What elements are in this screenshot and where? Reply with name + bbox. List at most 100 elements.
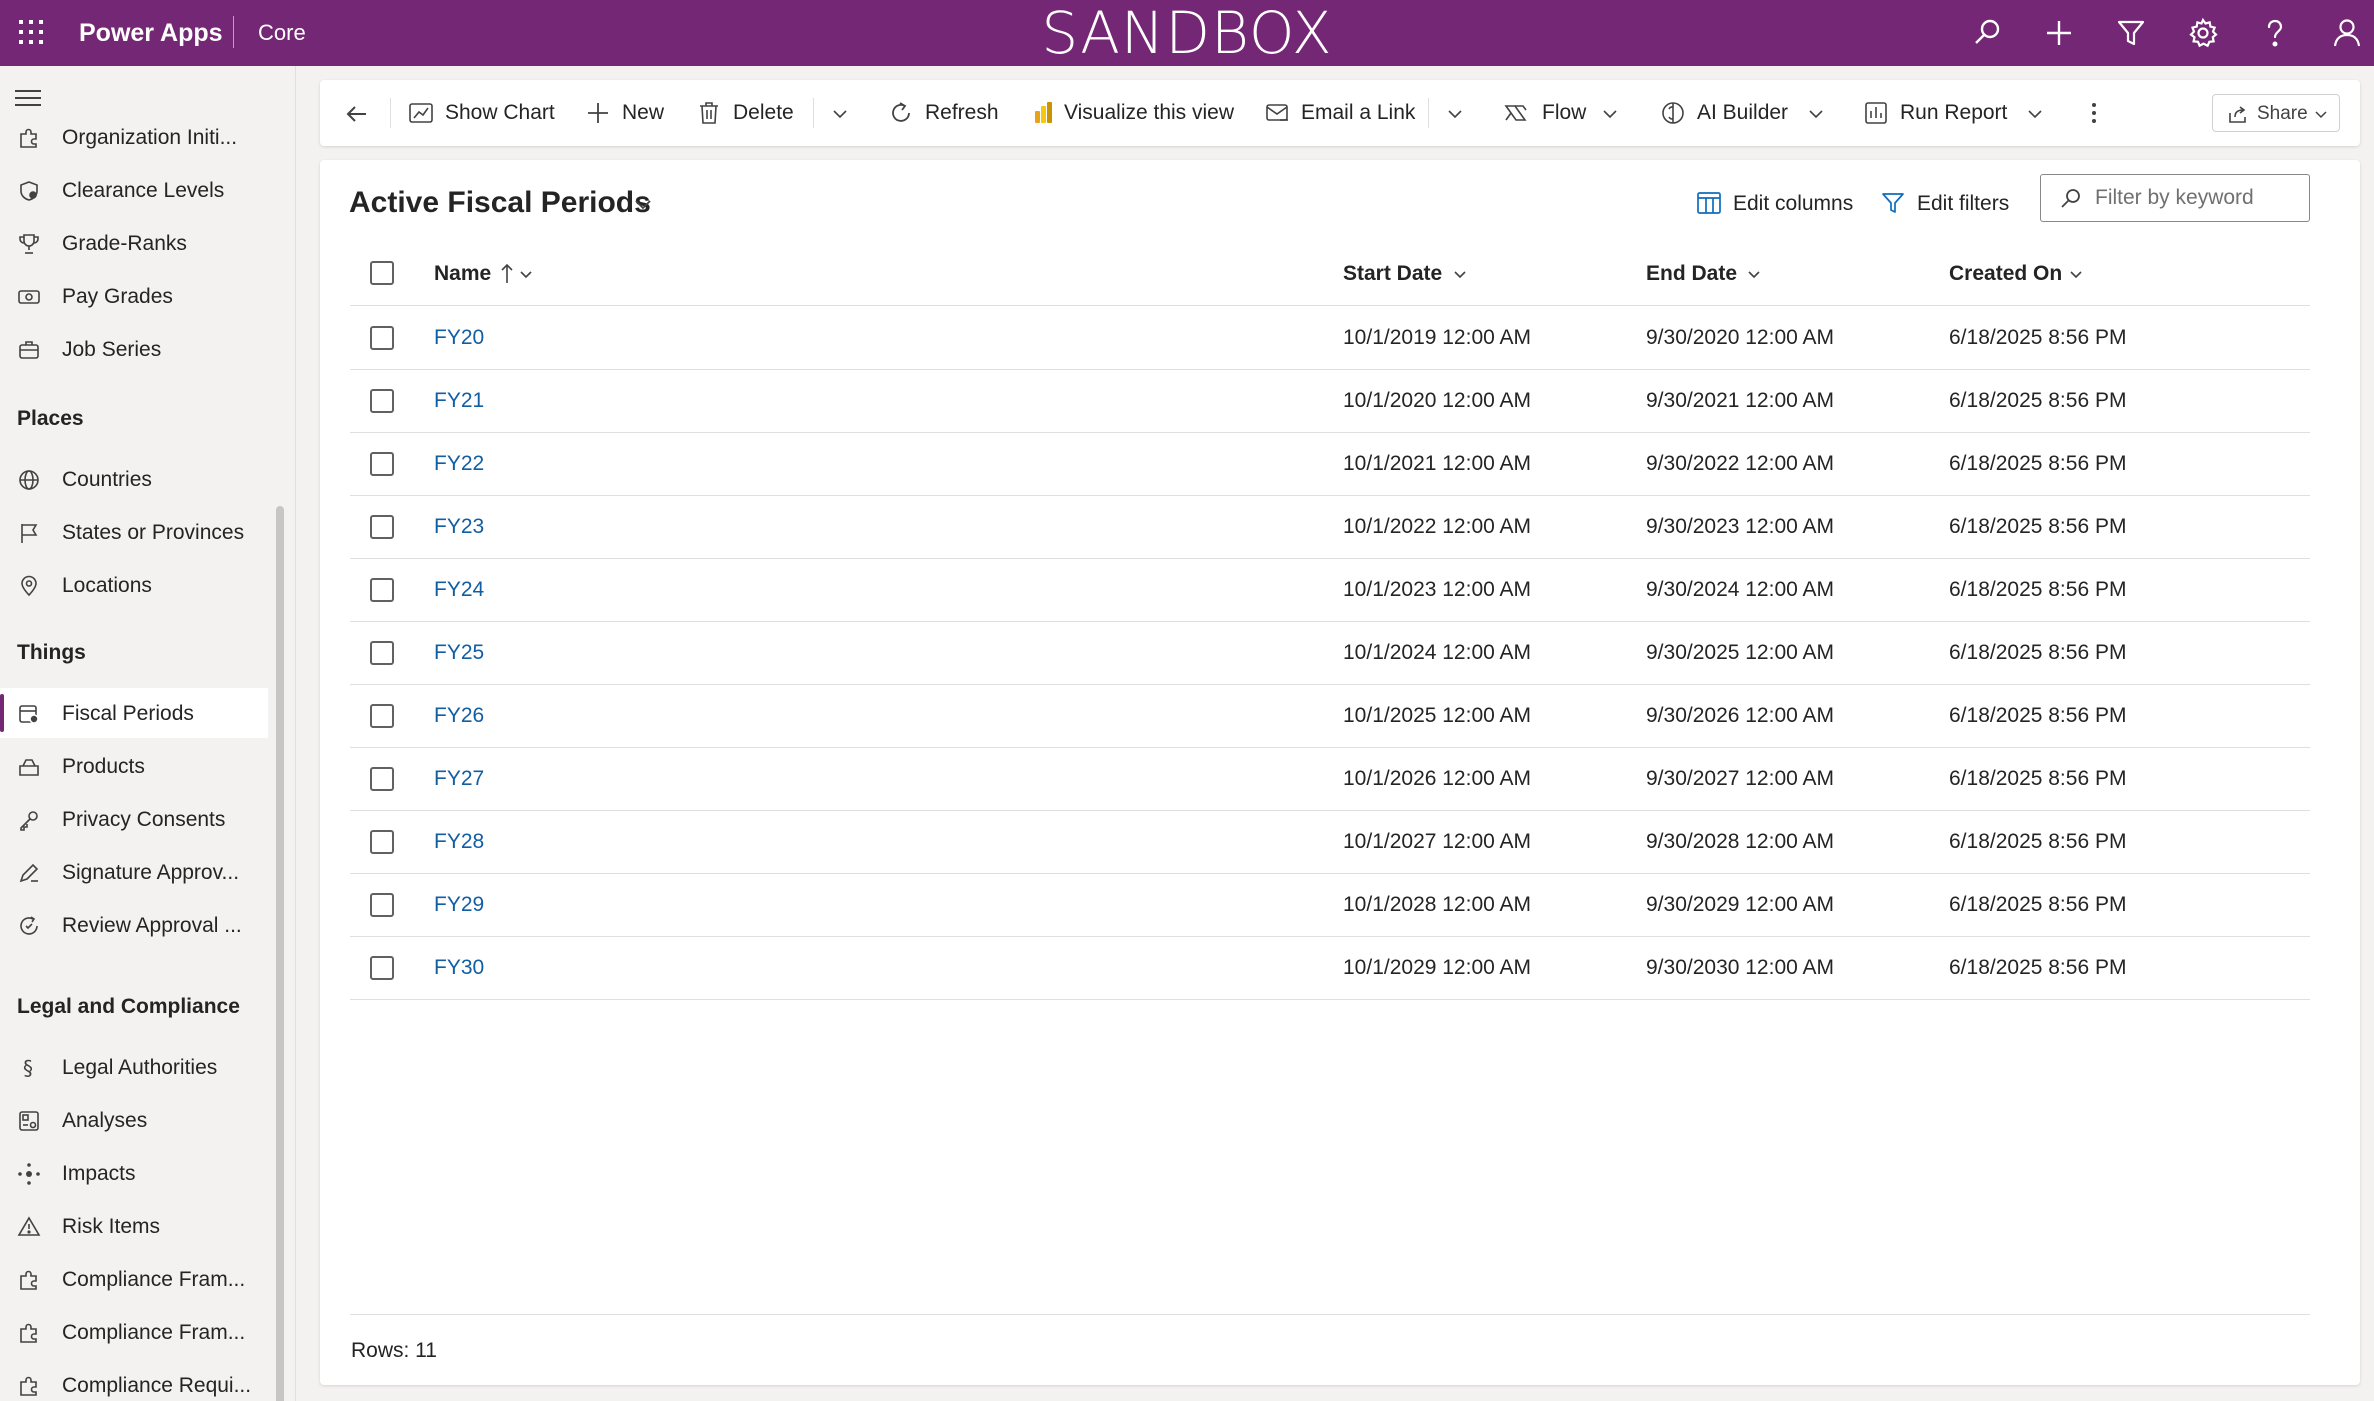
sidebar-item-risk-items[interactable]: Risk Items	[0, 1201, 268, 1251]
row-checkbox[interactable]	[370, 704, 394, 728]
row-checkbox[interactable]	[370, 515, 394, 539]
filter-by-keyword-field[interactable]	[2040, 174, 2310, 222]
table-row[interactable]: FY23 10/1/2022 12:00 AM 9/30/2023 12:00 …	[350, 496, 2310, 559]
column-header-start-date[interactable]: Start Date	[1343, 261, 1442, 287]
environment-name[interactable]: Core	[258, 19, 306, 47]
edit-filters-button[interactable]: Edit filters	[1880, 186, 2020, 220]
run-report-button[interactable]: Run Report	[1863, 80, 2007, 146]
sidebar-item-impacts[interactable]: Impacts	[0, 1148, 268, 1198]
sidebar-item-privacy-consents[interactable]: Privacy Consents	[0, 794, 268, 844]
created-on-column-chevron-icon[interactable]	[2068, 266, 2084, 282]
search-icon[interactable]	[1970, 16, 2004, 50]
sidebar-item-fiscal-periods[interactable]: Fiscal Periods	[0, 688, 268, 738]
column-header-end-date[interactable]: End Date	[1646, 261, 1737, 287]
visualize-this-view-button[interactable]: Visualize this view	[1030, 80, 1240, 146]
column-header-name[interactable]: Name	[434, 261, 491, 287]
table-row[interactable]: FY30 10/1/2029 12:00 AM 9/30/2030 12:00 …	[350, 937, 2310, 1000]
start-date-column-chevron-icon[interactable]	[1452, 266, 1468, 282]
sidebar-item-compliance-framework-items[interactable]: Compliance Fram...	[0, 1307, 268, 1357]
delete-button[interactable]: Delete	[696, 80, 806, 146]
sidebar-item-compliance-requirements[interactable]: Compliance Requi...	[0, 1360, 268, 1401]
table-row[interactable]: FY29 10/1/2028 12:00 AM 9/30/2029 12:00 …	[350, 874, 2310, 937]
back-arrow-icon[interactable]	[344, 101, 370, 127]
settings-icon[interactable]	[2186, 16, 2220, 50]
report-icon	[1865, 102, 1887, 124]
hamburger-menu-icon[interactable]	[14, 88, 42, 108]
row-checkbox[interactable]	[370, 578, 394, 602]
sidebar-item-locations[interactable]: Locations	[0, 560, 268, 610]
column-header-created-on[interactable]: Created On	[1949, 261, 2062, 287]
select-all-checkbox[interactable]	[370, 261, 394, 285]
sidebar-item-compliance-frameworks[interactable]: Compliance Fram...	[0, 1254, 268, 1304]
flow-chevron-icon[interactable]	[1600, 104, 1620, 124]
table-row[interactable]: FY20 10/1/2019 12:00 AM 9/30/2020 12:00 …	[350, 307, 2310, 370]
table-row[interactable]: FY27 10/1/2026 12:00 AM 9/30/2027 12:00 …	[350, 748, 2310, 811]
sidebar-item-grade-ranks[interactable]: Grade-Ranks	[0, 218, 268, 268]
row-checkbox[interactable]	[370, 452, 394, 476]
more-commands-chevron-icon[interactable]	[830, 104, 850, 124]
share-button[interactable]: Share	[2212, 94, 2340, 132]
sidebar-item-job-series[interactable]: Job Series	[0, 324, 268, 374]
row-checkbox[interactable]	[370, 326, 394, 350]
row-checkbox[interactable]	[370, 830, 394, 854]
row-name-link[interactable]: FY22	[434, 451, 484, 477]
view-selector-chevron-icon[interactable]	[632, 193, 654, 215]
row-name-link[interactable]: FY20	[434, 325, 484, 351]
row-name-link[interactable]: FY28	[434, 829, 484, 855]
sidebar-item-pay-grades[interactable]: Pay Grades	[0, 271, 268, 321]
row-checkbox[interactable]	[370, 389, 394, 413]
sidebar-item-legal-authorities[interactable]: § Legal Authorities	[0, 1042, 268, 1092]
refresh-button[interactable]: Refresh	[888, 80, 999, 146]
row-name-link[interactable]: FY25	[434, 640, 484, 666]
run-report-chevron-icon[interactable]	[2025, 104, 2045, 124]
flow-button[interactable]: Flow	[1503, 80, 1593, 146]
ai-builder-chevron-icon[interactable]	[1806, 104, 1826, 124]
row-name-link[interactable]: FY29	[434, 892, 484, 918]
email-options-chevron-icon[interactable]	[1445, 104, 1465, 124]
filter-icon[interactable]	[2114, 16, 2148, 50]
show-chart-button[interactable]: Show Chart	[408, 80, 558, 146]
row-name-link[interactable]: FY21	[434, 388, 484, 414]
sidebar-item-states-or-provinces[interactable]: States or Provinces	[0, 507, 268, 557]
table-row[interactable]: FY21 10/1/2020 12:00 AM 9/30/2021 12:00 …	[350, 370, 2310, 433]
email-a-link-button[interactable]: Email a Link	[1265, 80, 1415, 146]
new-button[interactable]: New	[585, 80, 665, 146]
sort-ascending-icon	[501, 263, 513, 283]
app-launcher-icon[interactable]	[17, 18, 45, 46]
table-row[interactable]: FY26 10/1/2025 12:00 AM 9/30/2026 12:00 …	[350, 685, 2310, 748]
sidebar-item-countries[interactable]: Countries	[0, 454, 268, 504]
account-icon[interactable]	[2330, 16, 2364, 50]
ai-builder-button[interactable]: AI Builder	[1660, 80, 1790, 146]
table-row[interactable]: FY24 10/1/2023 12:00 AM 9/30/2024 12:00 …	[350, 559, 2310, 622]
row-name-link[interactable]: FY23	[434, 514, 484, 540]
table-row[interactable]: FY28 10/1/2027 12:00 AM 9/30/2028 12:00 …	[350, 811, 2310, 874]
more-options-icon[interactable]	[2082, 101, 2106, 125]
row-start-date: 10/1/2022 12:00 AM	[1343, 515, 1531, 538]
help-icon[interactable]	[2258, 16, 2292, 50]
row-checkbox[interactable]	[370, 641, 394, 665]
row-checkbox[interactable]	[370, 956, 394, 980]
table-row[interactable]: FY25 10/1/2024 12:00 AM 9/30/2025 12:00 …	[350, 622, 2310, 685]
view-title[interactable]: Active Fiscal Periods	[349, 184, 651, 222]
row-name-link[interactable]: FY30	[434, 955, 484, 981]
row-name-link[interactable]: FY26	[434, 703, 484, 729]
add-icon[interactable]	[2042, 16, 2076, 50]
edit-columns-button[interactable]: Edit columns	[1696, 186, 1856, 220]
table-row[interactable]: FY22 10/1/2021 12:00 AM 9/30/2022 12:00 …	[350, 433, 2310, 496]
sidebar-item-products[interactable]: Products	[0, 741, 268, 791]
row-name-link[interactable]: FY27	[434, 766, 484, 792]
sidebar-scrollbar[interactable]	[276, 506, 284, 1401]
name-column-chevron-icon[interactable]	[518, 266, 534, 282]
filter-by-keyword-input[interactable]	[2095, 183, 2295, 213]
sidebar-item-review-approvals[interactable]: Review Approval ...	[0, 900, 268, 950]
row-checkbox[interactable]	[370, 767, 394, 791]
trophy-icon	[19, 234, 39, 254]
sidebar-item-analyses[interactable]: Analyses	[0, 1095, 268, 1145]
row-checkbox[interactable]	[370, 893, 394, 917]
sidebar-item-clearance-levels[interactable]: Clearance Levels	[0, 165, 268, 215]
sidebar-item-organization[interactable]: Organization Initi...	[0, 112, 268, 162]
app-name[interactable]: Power Apps	[79, 18, 223, 48]
sidebar-item-signature-approvals[interactable]: Signature Approv...	[0, 847, 268, 897]
row-name-link[interactable]: FY24	[434, 577, 484, 603]
end-date-column-chevron-icon[interactable]	[1746, 266, 1762, 282]
